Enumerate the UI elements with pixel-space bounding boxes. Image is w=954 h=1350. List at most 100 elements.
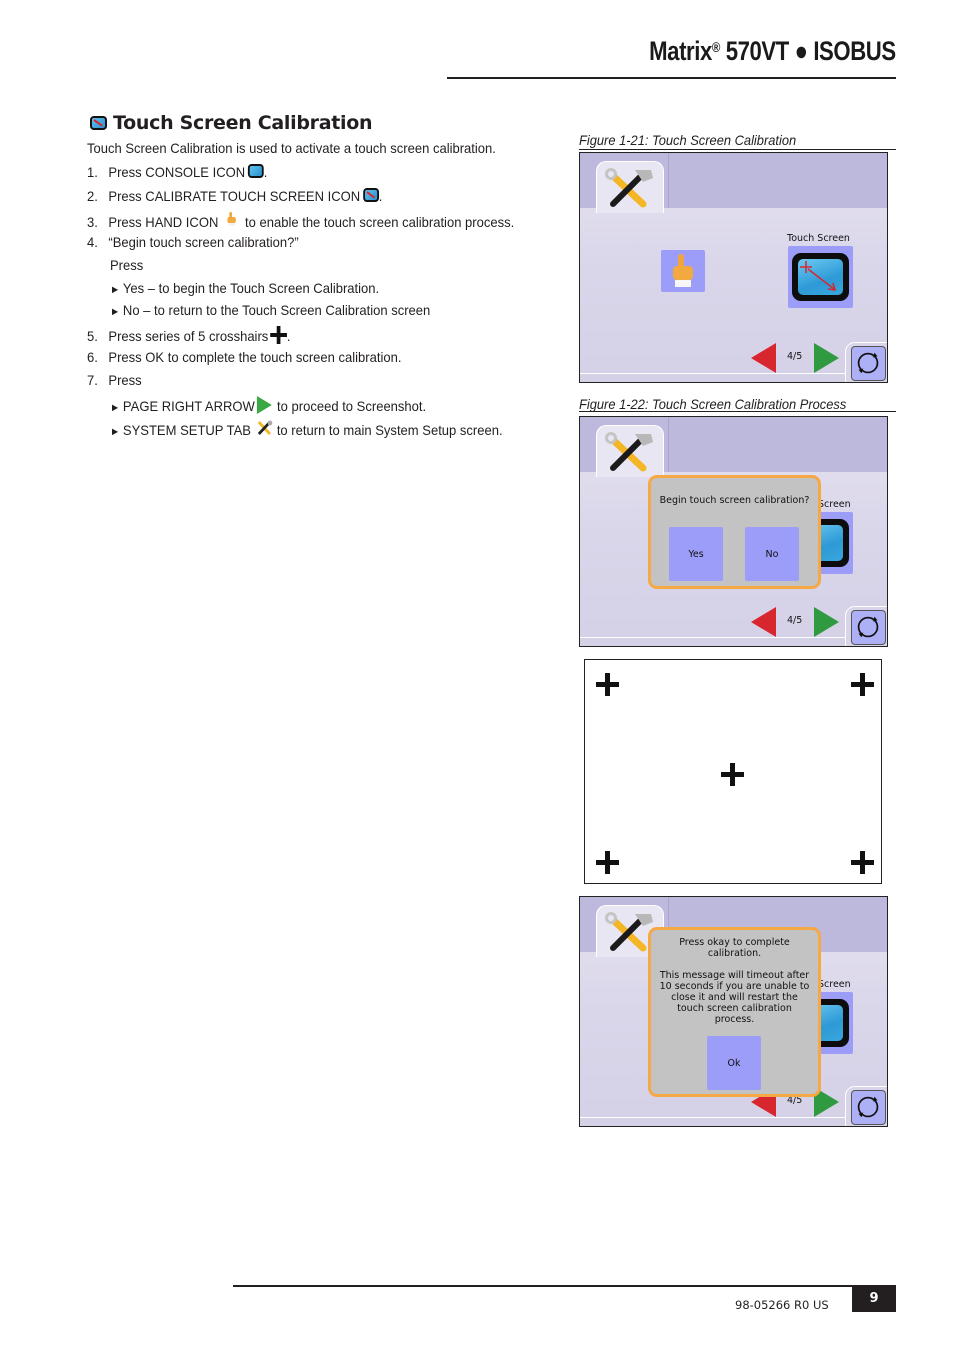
hand-button[interactable] (661, 250, 705, 292)
system-setup-tab[interactable] (596, 425, 664, 477)
step-suffix: . (286, 328, 291, 344)
caption-rule (579, 149, 896, 150)
tools-icon (605, 432, 653, 472)
crosshair-bottom-left[interactable] (596, 851, 619, 874)
step-suffix: to proceed to Screenshot. (273, 398, 427, 414)
dialog-line: Press okay to complete (679, 937, 790, 948)
step-7: 7. Press (87, 372, 142, 388)
dialog-line: calibration. (707, 948, 762, 959)
screen-glass (798, 259, 843, 295)
crosshair-top-right[interactable] (851, 673, 874, 696)
console-icon (247, 164, 264, 178)
bottom-divider (580, 373, 848, 374)
dialog-message: Begin touch screen calibration? (659, 495, 810, 506)
system-setup-tab-icon (258, 420, 273, 436)
step-4-no: ► No – to return to the Touch Screen Cali… (110, 302, 430, 320)
step-text: SYSTEM SETUP TAB (122, 422, 251, 438)
step-suffix: to return to main System Setup screen. (273, 422, 503, 438)
refresh-button[interactable] (851, 1090, 886, 1125)
step-text: Press series of 5 crosshairs (108, 328, 269, 344)
step-2: 2. Press CALIBRATE TOUCH SCREEN ICON. (87, 188, 382, 204)
hand-icon (673, 254, 693, 287)
no-button[interactable]: No (745, 527, 799, 581)
step-7-page-right: ► PAGE RIGHT ARROW to proceed to Screensh… (110, 396, 426, 416)
page-right-arrow[interactable] (814, 607, 839, 637)
calibrate-touch-screen-icon (792, 253, 849, 301)
bullet-arrow: ► (110, 426, 121, 438)
bottom-divider (580, 1117, 848, 1118)
step-text: Press (108, 372, 142, 388)
step-4-press: Press (110, 257, 144, 273)
intro-text: Touch Screen Calibration is used to acti… (87, 140, 496, 156)
page-number: 9 (852, 1287, 896, 1312)
dialog-line: 10 seconds if you are unable to (659, 981, 810, 992)
tools-icon (605, 168, 653, 208)
calibrate-touch-screen-icon (90, 116, 107, 130)
footer-rule (233, 1285, 896, 1287)
refresh-icon (857, 616, 879, 638)
step-number: 3. (87, 214, 98, 230)
step-text: Press HAND ICON (108, 214, 219, 230)
crosshair-center[interactable] (721, 763, 744, 786)
step-5: 5. Press series of 5 crosshairs. (87, 326, 291, 344)
page-left-arrow[interactable] (751, 343, 776, 373)
step-text: Yes – to begin the Touch Screen Calibrat… (122, 280, 380, 296)
document-number: 98-05266 R0 US (735, 1298, 829, 1312)
dialog-line: process. (714, 1014, 755, 1025)
step-text: PAGE RIGHT ARROW (122, 398, 255, 414)
crosshair-icon (270, 326, 287, 344)
step-4: 4. “Begin touch screen calibration?” (87, 234, 299, 250)
section-heading: Touch Screen Calibration (87, 112, 373, 134)
device-screen-begin-dialog: Screen 4/5 Begin touch screen calibratio… (579, 416, 888, 647)
ok-button[interactable]: Ok (707, 1036, 761, 1090)
step-number: 1. (87, 164, 98, 180)
refresh-icon (857, 1096, 879, 1118)
document-title: Matrix® 570VT ● ISOBUS (649, 36, 896, 67)
step-1: 1. Press CONSOLE ICON. (87, 164, 267, 180)
step-number: 2. (87, 188, 98, 204)
page-left-arrow[interactable] (751, 607, 776, 637)
header-rule (447, 77, 896, 79)
calibrate-touch-screen-icon (362, 188, 379, 202)
page-indicator: 4/5 (787, 615, 803, 626)
step-number: 4. (87, 234, 98, 250)
yes-button[interactable]: Yes (669, 527, 723, 581)
begin-calibration-dialog: Begin touch screen calibration? Yes No (648, 475, 821, 589)
touch-screen-label: Screen (818, 979, 851, 990)
step-suffix: to enable the touch screen calibration p… (237, 214, 515, 230)
calibration-arrow-icon (800, 261, 837, 291)
device-screen-complete-dialog: Screen 4/5 Press okay to complete calibr… (579, 896, 888, 1127)
step-text: No – to return to the Touch Screen Calib… (122, 302, 431, 318)
tab-separator (668, 153, 669, 208)
step-number: 7. (87, 372, 98, 388)
dialog-line: touch screen calibration (677, 1003, 792, 1014)
figure-caption-1-21: Figure 1-21: Touch Screen Calibration (579, 132, 797, 148)
dialog-line: This message will timeout after (659, 970, 810, 981)
step-number: 6. (87, 349, 98, 365)
step-text: Press CONSOLE ICON (108, 164, 246, 180)
refresh-button[interactable] (851, 346, 886, 381)
step-6: 6. Press OK to complete the touch screen … (87, 349, 401, 365)
registered-mark: ® (712, 39, 721, 55)
system-setup-tab[interactable] (596, 161, 664, 213)
step-text: “Begin touch screen calibration?” (108, 234, 299, 250)
caption-rule (579, 411, 896, 412)
refresh-button[interactable] (851, 610, 886, 645)
touch-screen-button[interactable] (788, 246, 853, 308)
crosshair-top-left[interactable] (596, 673, 619, 696)
dialog-spacer (651, 959, 818, 970)
step-text: Press CALIBRATE TOUCH SCREEN ICON (108, 188, 361, 204)
step-text: Press OK to complete the touch screen ca… (108, 349, 402, 365)
page-right-arrow[interactable] (814, 343, 839, 373)
page-indicator: 4/5 (787, 351, 803, 362)
crosshair-bottom-right[interactable] (851, 851, 874, 874)
calibration-crosshair-screen (584, 659, 882, 884)
page-right-arrow-icon (256, 396, 272, 414)
step-number: 5. (87, 328, 98, 344)
touch-screen-label: Screen (818, 499, 851, 510)
figure-caption-1-22: Figure 1-22: Touch Screen Calibration Pr… (579, 396, 847, 412)
step-suffix: . (378, 188, 383, 204)
bullet-arrow: ► (110, 284, 121, 296)
step-7-system-setup: ► SYSTEM SETUP TAB to return to main Syst… (110, 420, 503, 440)
bullet-arrow: ► (110, 402, 121, 414)
